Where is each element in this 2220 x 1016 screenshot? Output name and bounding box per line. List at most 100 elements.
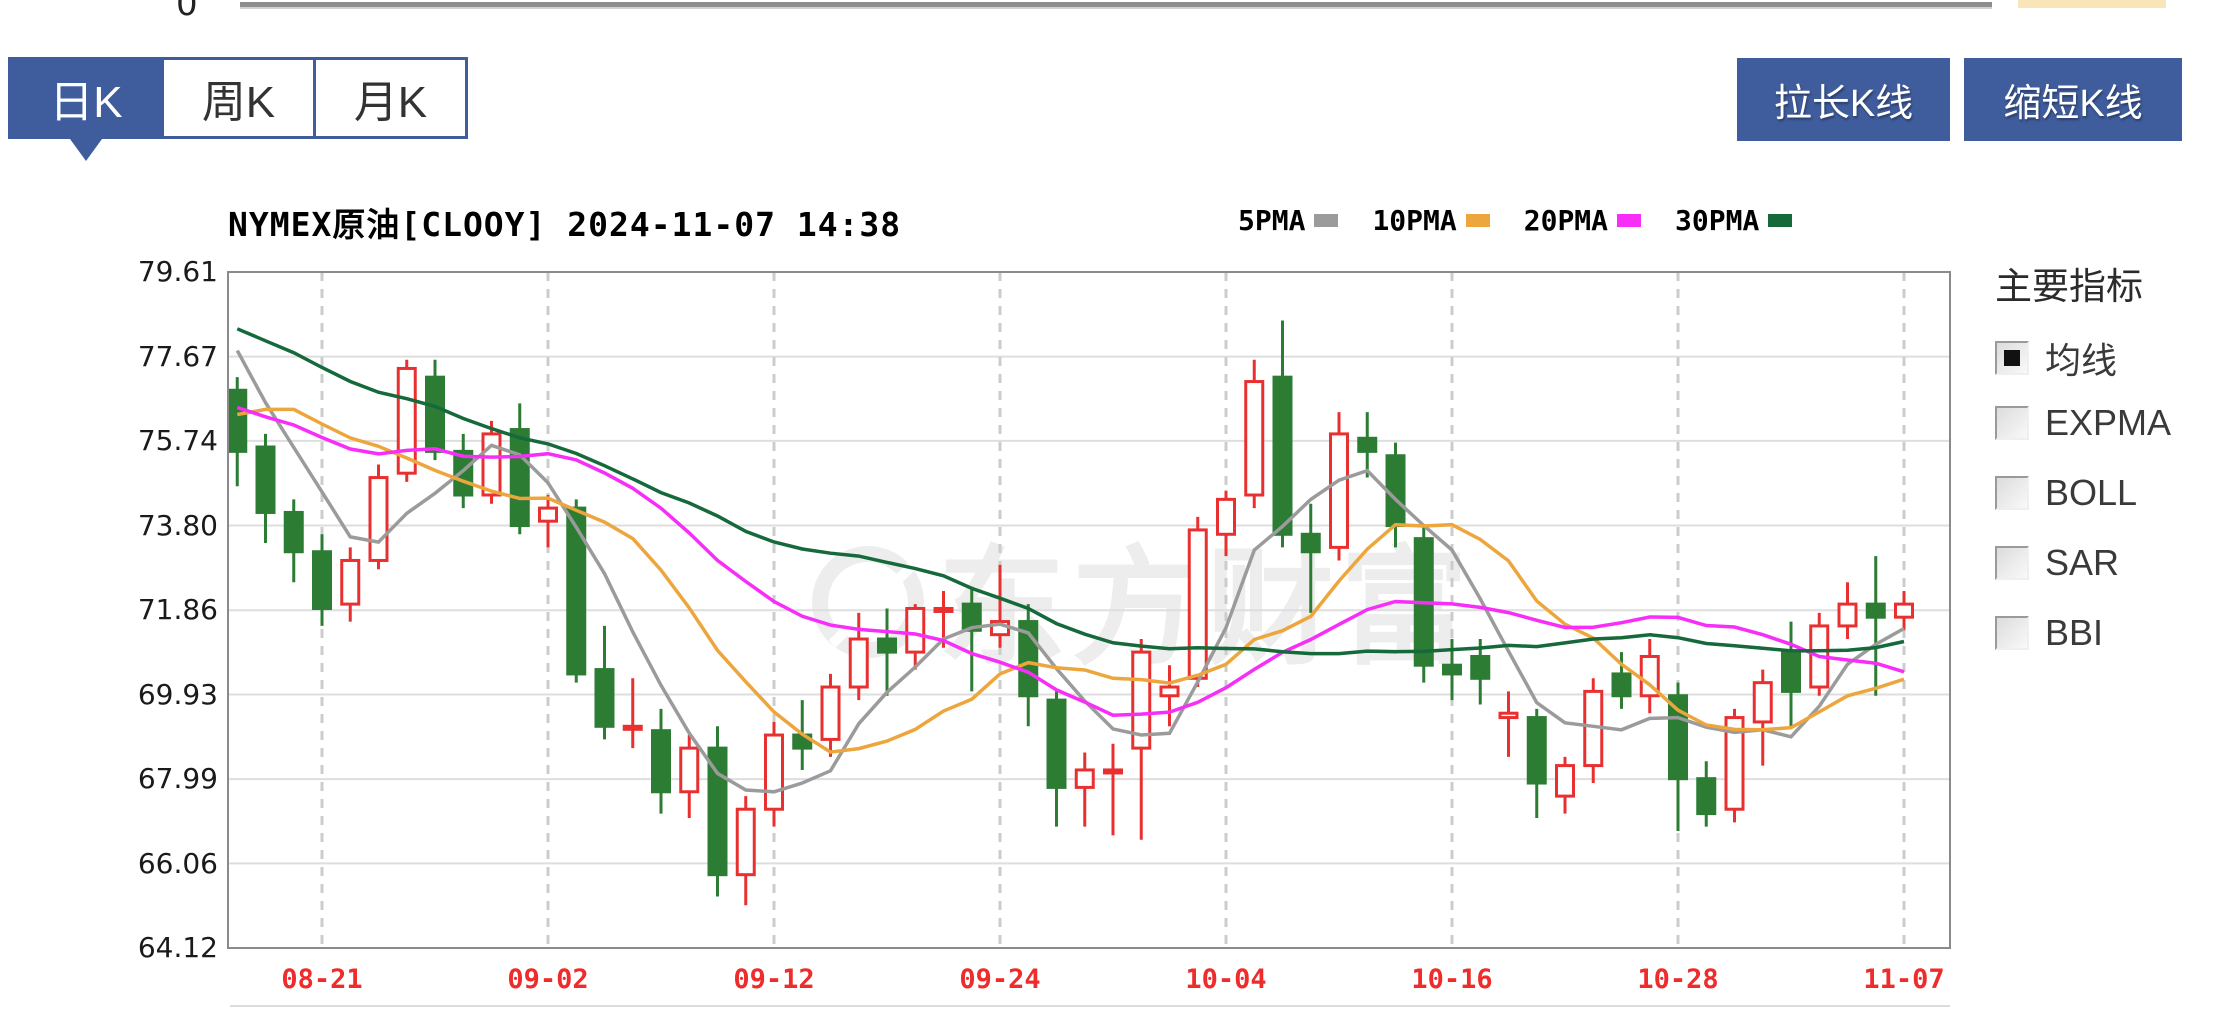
- candle-body: [735, 807, 756, 877]
- candle-10-25[interactable]: [1639, 639, 1660, 714]
- candle-body: [1300, 532, 1321, 554]
- indicator-item-sar[interactable]: SAR: [1995, 542, 2119, 584]
- candle-body: [1498, 711, 1519, 720]
- candle-body: [1781, 650, 1801, 693]
- candle-body: [1837, 602, 1858, 628]
- candle-10-01[interactable]: [1131, 639, 1152, 840]
- candle-09-09[interactable]: [679, 735, 700, 818]
- checkbox-checked-icon[interactable]: [1995, 341, 2029, 375]
- indicator-label: EXPMA: [2045, 402, 2172, 443]
- candle-08-19[interactable]: [255, 433, 276, 544]
- candle-body: [425, 375, 445, 453]
- candle-09-27[interactable]: [1074, 752, 1095, 827]
- candle-10-07[interactable]: [1244, 359, 1265, 509]
- indicator-item-bbi[interactable]: BBI: [1995, 612, 2103, 654]
- candle-08-23[interactable]: [368, 464, 389, 570]
- candle-body: [1074, 768, 1095, 789]
- candle-09-12[interactable]: [764, 721, 784, 827]
- candle-10-31[interactable]: [1752, 669, 1773, 766]
- candle-09-10[interactable]: [707, 726, 728, 897]
- candle-08-16[interactable]: [227, 377, 248, 487]
- candle-body: [848, 637, 869, 689]
- candle-09-18[interactable]: [877, 608, 897, 696]
- candle-body: [538, 506, 558, 523]
- candle-body: [1159, 685, 1180, 698]
- checkbox-icon[interactable]: [1995, 546, 2029, 580]
- candle-08-30[interactable]: [509, 403, 530, 535]
- candle-body: [509, 428, 530, 528]
- candle-body: [651, 729, 671, 794]
- candle-10-22[interactable]: [1555, 756, 1575, 814]
- indicator-label: BBI: [2045, 612, 2104, 653]
- candle-body: [1470, 654, 1491, 680]
- candle-08-26[interactable]: [396, 359, 417, 482]
- candle-10-18[interactable]: [1498, 691, 1519, 757]
- candle-body: [481, 432, 502, 497]
- candle-body: [255, 445, 276, 514]
- candle-11-01[interactable]: [1781, 621, 1801, 727]
- candle-body: [312, 550, 332, 610]
- candle-body: [1385, 454, 1406, 528]
- candle-body: [227, 388, 248, 453]
- candle-09-04[interactable]: [594, 625, 615, 740]
- candle-body: [1046, 698, 1067, 789]
- checkmark-icon: [2004, 350, 2020, 366]
- candle-body: [679, 746, 700, 794]
- candle-body: [1611, 672, 1632, 698]
- checkbox-icon[interactable]: [1995, 476, 2029, 510]
- candle-09-05[interactable]: [622, 678, 643, 749]
- candle-body: [1696, 777, 1717, 816]
- candle-08-21[interactable]: [312, 534, 332, 626]
- candlestick-chart[interactable]: 东方财富: [0, 0, 2220, 1016]
- checkbox-icon[interactable]: [1995, 406, 2029, 440]
- candle-09-02[interactable]: [538, 495, 558, 548]
- candle-body: [622, 724, 643, 731]
- candle-08-20[interactable]: [283, 499, 304, 583]
- candle-10-11[interactable]: [1357, 412, 1378, 478]
- candle-11-07[interactable]: [1894, 591, 1914, 631]
- candle-body: [1272, 375, 1293, 536]
- candle-body: [340, 558, 361, 606]
- candle-body: [764, 733, 784, 811]
- candle-09-11[interactable]: [735, 796, 756, 906]
- candle-09-06[interactable]: [651, 708, 671, 814]
- candle-10-30[interactable]: [1724, 708, 1745, 823]
- candle-10-29[interactable]: [1696, 761, 1717, 827]
- indicator-label: SAR: [2045, 542, 2120, 583]
- candle-09-30[interactable]: [1103, 743, 1123, 836]
- candle-11-05[interactable]: [1837, 582, 1858, 640]
- candle-body: [1442, 663, 1462, 676]
- candle-body: [283, 510, 304, 554]
- kline-chart-screen: 0 日K 周K 月K 拉长K线 缩短K线 NYMEX原油[CLOOY] 2024…: [0, 0, 2220, 1016]
- indicator-label: 均线: [2045, 340, 2118, 381]
- candle-body: [933, 606, 954, 613]
- candle-10-03[interactable]: [1187, 516, 1208, 688]
- candle-09-26[interactable]: [1046, 691, 1067, 827]
- indicator-item-均线[interactable]: 均线: [1995, 332, 2117, 384]
- candle-body: [1357, 436, 1378, 453]
- candle-11-06[interactable]: [1865, 556, 1886, 696]
- candle-body: [1526, 716, 1547, 785]
- candle-body: [1187, 528, 1208, 680]
- checkbox-icon[interactable]: [1995, 616, 2029, 650]
- candle-10-23[interactable]: [1583, 678, 1604, 784]
- candle-body: [1329, 432, 1349, 549]
- candle-body: [1752, 681, 1773, 724]
- indicator-item-expma[interactable]: EXPMA: [1995, 402, 2171, 444]
- candle-body: [566, 506, 587, 676]
- candle-body: [1865, 602, 1886, 619]
- candle-body: [877, 637, 897, 654]
- candle-body: [368, 476, 389, 562]
- candle-10-08[interactable]: [1272, 320, 1293, 548]
- indicator-sidebar: 主要指标 均线 EXPMA BOLL SAR BBI: [1995, 256, 2220, 653]
- candle-body: [820, 685, 841, 741]
- sidebar-title: 主要指标: [1995, 266, 2143, 307]
- candle-10-21[interactable]: [1526, 708, 1547, 818]
- candle-body: [1216, 497, 1236, 536]
- candle-body: [1894, 602, 1914, 619]
- indicator-item-boll[interactable]: BOLL: [1995, 472, 2137, 514]
- candle-09-16[interactable]: [820, 673, 841, 757]
- candle-body: [1244, 380, 1265, 497]
- candle-body: [594, 668, 615, 728]
- indicator-label: BOLL: [2045, 472, 2138, 513]
